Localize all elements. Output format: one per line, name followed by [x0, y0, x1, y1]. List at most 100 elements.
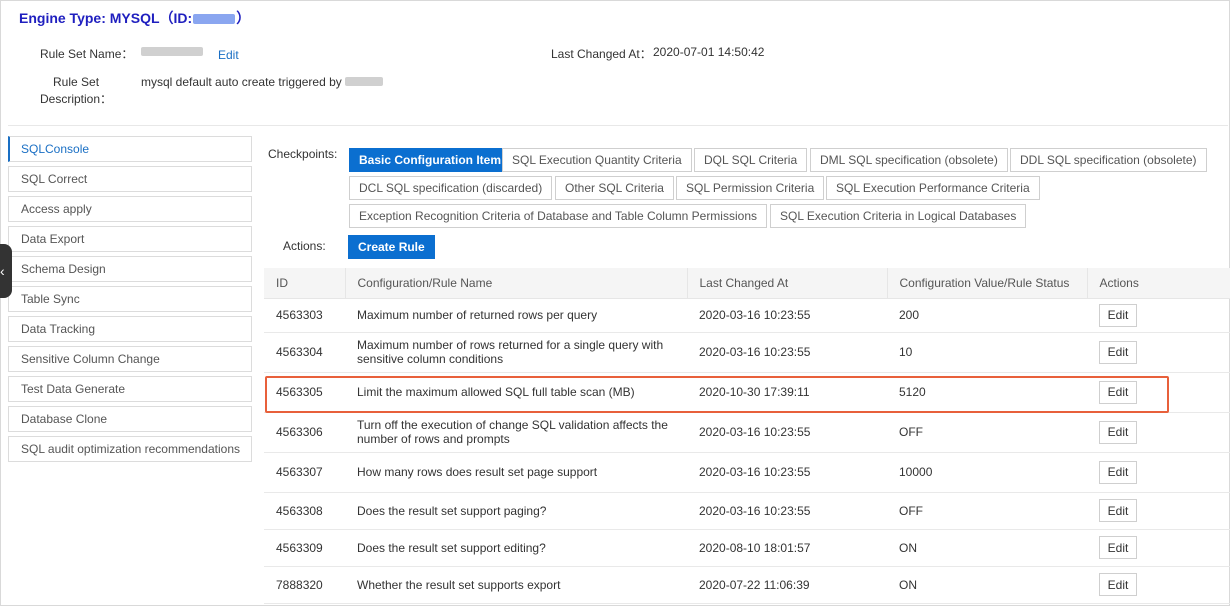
description-label-line1: Rule Set	[53, 75, 100, 89]
engine-type-title: Engine Type: MYSQL（ID: ）	[19, 8, 250, 28]
redacted-engine-id	[193, 14, 236, 25]
redacted-username	[345, 77, 383, 86]
table-row: 4563306 Turn off the execution of change…	[264, 412, 1230, 453]
column-header-name: Configuration/Rule Name	[345, 268, 688, 299]
sidebar-item-sql-correct[interactable]: SQL Correct	[8, 166, 252, 192]
cell-value: 10000	[887, 452, 1087, 493]
cell-value: ON	[887, 529, 1087, 567]
cell-last-changed: 2020-03-16 10:23:55	[687, 492, 887, 530]
column-header-value: Configuration Value/Rule Status	[887, 268, 1088, 299]
cell-value: ON	[887, 566, 1087, 604]
sidebar-item-access-apply[interactable]: Access apply	[8, 196, 252, 222]
description-value: mysql default auto create triggered by	[141, 75, 342, 89]
edit-button[interactable]: Edit	[1099, 303, 1137, 327]
actions-label: Actions:	[283, 239, 326, 253]
table-row: 4563309 Does the result set support edit…	[264, 529, 1230, 567]
column-header-last-changed: Last Changed At	[687, 268, 888, 299]
sidebar-item-sql-audit-optimization[interactable]: SQL audit optimization recommendations	[8, 436, 252, 462]
chip-basic-configuration-item[interactable]: Basic Configuration Item	[349, 148, 512, 172]
sidebar-item-database-clone[interactable]: Database Clone	[8, 406, 252, 432]
cell-id: 4563306	[264, 412, 345, 453]
sidebar-collapse-icon[interactable]: ‹	[0, 244, 12, 298]
cell-last-changed: 2020-10-30 17:39:11	[687, 372, 887, 413]
cell-id: 4563304	[264, 332, 345, 373]
table-row: 4563303 Maximum number of returned rows …	[264, 298, 1230, 333]
chip-sql-execution-quantity-criteria[interactable]: SQL Execution Quantity Criteria	[502, 148, 692, 172]
sidebar-item-data-export[interactable]: Data Export	[8, 226, 252, 252]
cell-rule-name: Maximum number of returned rows per quer…	[345, 298, 687, 333]
sidebar-item-data-tracking[interactable]: Data Tracking	[8, 316, 252, 342]
engine-type-suffix: ）	[236, 10, 251, 26]
cell-id: 4563303	[264, 298, 345, 333]
cell-id: 4563305	[264, 372, 345, 413]
cell-id: 4563308	[264, 492, 345, 530]
table-row: 4563304 Maximum number of rows returned …	[264, 332, 1230, 373]
header-divider	[8, 125, 1228, 126]
edit-button[interactable]: Edit	[1099, 573, 1137, 596]
cell-id: 7888320	[264, 566, 345, 604]
cell-value: 5120	[887, 372, 1087, 413]
cell-rule-name: Does the result set support editing?	[345, 529, 687, 567]
last-changed-label: Last Changed At：	[551, 47, 652, 61]
edit-button[interactable]: Edit	[1099, 420, 1137, 444]
cell-actions: Edit	[1087, 298, 1230, 333]
cell-rule-name: Does the result set support paging?	[345, 492, 687, 530]
chip-ddl-sql-specification[interactable]: DDL SQL specification (obsolete)	[1010, 148, 1207, 172]
cell-last-changed: 2020-03-16 10:23:55	[687, 412, 887, 453]
sidebar-item-table-sync[interactable]: Table Sync	[8, 286, 252, 312]
chip-sql-execution-criteria-logical-databases[interactable]: SQL Execution Criteria in Logical Databa…	[770, 204, 1027, 228]
cell-value: 200	[887, 298, 1087, 333]
cell-rule-name: Limit the maximum allowed SQL full table…	[345, 372, 687, 413]
cell-actions: Edit	[1087, 372, 1230, 413]
sidebar-item-sensitive-column-change[interactable]: Sensitive Column Change	[8, 346, 252, 372]
sidebar: SQLConsole SQL Correct Access apply Data…	[8, 136, 252, 466]
chip-other-sql-criteria[interactable]: Other SQL Criteria	[555, 176, 674, 200]
sidebar-item-sqlconsole[interactable]: SQLConsole	[8, 136, 252, 162]
chip-dcl-sql-specification[interactable]: DCL SQL specification (discarded)	[349, 176, 553, 200]
cell-value: OFF	[887, 412, 1087, 453]
edit-button[interactable]: Edit	[1099, 460, 1137, 484]
description-label-line2: Description：	[40, 92, 113, 106]
chip-dml-sql-specification[interactable]: DML SQL specification (obsolete)	[810, 148, 1008, 172]
chip-sql-permission-criteria[interactable]: SQL Permission Criteria	[676, 176, 825, 200]
cell-last-changed: 2020-03-16 10:23:55	[687, 332, 887, 373]
column-header-id: ID	[264, 268, 346, 299]
cell-last-changed: 2020-03-16 10:23:55	[687, 298, 887, 333]
edit-button[interactable]: Edit	[1099, 499, 1137, 522]
sidebar-item-test-data-generate[interactable]: Test Data Generate	[8, 376, 252, 402]
chip-sql-execution-performance-criteria[interactable]: SQL Execution Performance Criteria	[826, 176, 1040, 200]
table-header-row: ID Configuration/Rule Name Last Changed …	[264, 268, 1230, 299]
cell-last-changed: 2020-03-16 10:23:55	[687, 452, 887, 493]
cell-last-changed: 2020-07-22 11:06:39	[687, 566, 887, 604]
cell-last-changed: 2020-08-10 18:01:57	[687, 529, 887, 567]
chip-dql-sql-criteria[interactable]: DQL SQL Criteria	[694, 148, 808, 172]
cell-rule-name: Turn off the execution of change SQL val…	[345, 412, 687, 453]
checkpoints-label: Checkpoints:	[268, 147, 338, 161]
cell-actions: Edit	[1087, 412, 1230, 453]
cell-rule-name: How many rows does result set page suppo…	[345, 452, 687, 493]
sidebar-item-schema-design[interactable]: Schema Design	[8, 256, 252, 282]
rule-set-name-label: Rule Set Name：	[40, 47, 134, 61]
cell-actions: Edit	[1087, 332, 1230, 373]
rules-table: ID Configuration/Rule Name Last Changed …	[264, 268, 1230, 604]
cell-value: OFF	[887, 492, 1087, 530]
cell-actions: Edit	[1087, 492, 1230, 530]
edit-button[interactable]: Edit	[1099, 536, 1137, 559]
edit-button[interactable]: Edit	[1099, 380, 1137, 404]
table-row: 4563307 How many rows does result set pa…	[264, 452, 1230, 493]
table-row: 7888320 Whether the result set supports …	[264, 566, 1230, 604]
create-rule-button[interactable]: Create Rule	[348, 235, 435, 259]
cell-rule-name: Maximum number of rows returned for a si…	[345, 332, 687, 373]
cell-rule-name: Whether the result set supports export	[345, 566, 687, 604]
column-header-actions: Actions	[1087, 268, 1230, 299]
table-row: 4563305 Limit the maximum allowed SQL fu…	[264, 372, 1230, 413]
engine-type-prefix: Engine Type: MYSQL（ID:	[19, 10, 193, 26]
cell-actions: Edit	[1087, 566, 1230, 604]
edit-rule-set-name-link[interactable]: Edit	[218, 48, 239, 62]
table-row: 4563308 Does the result set support pagi…	[264, 492, 1230, 530]
redacted-rule-set-name	[141, 47, 203, 56]
edit-button[interactable]: Edit	[1099, 340, 1137, 364]
chip-exception-recognition-criteria[interactable]: Exception Recognition Criteria of Databa…	[349, 204, 767, 228]
cell-id: 4563309	[264, 529, 345, 567]
last-changed-value: 2020-07-01 14:50:42	[653, 45, 765, 59]
